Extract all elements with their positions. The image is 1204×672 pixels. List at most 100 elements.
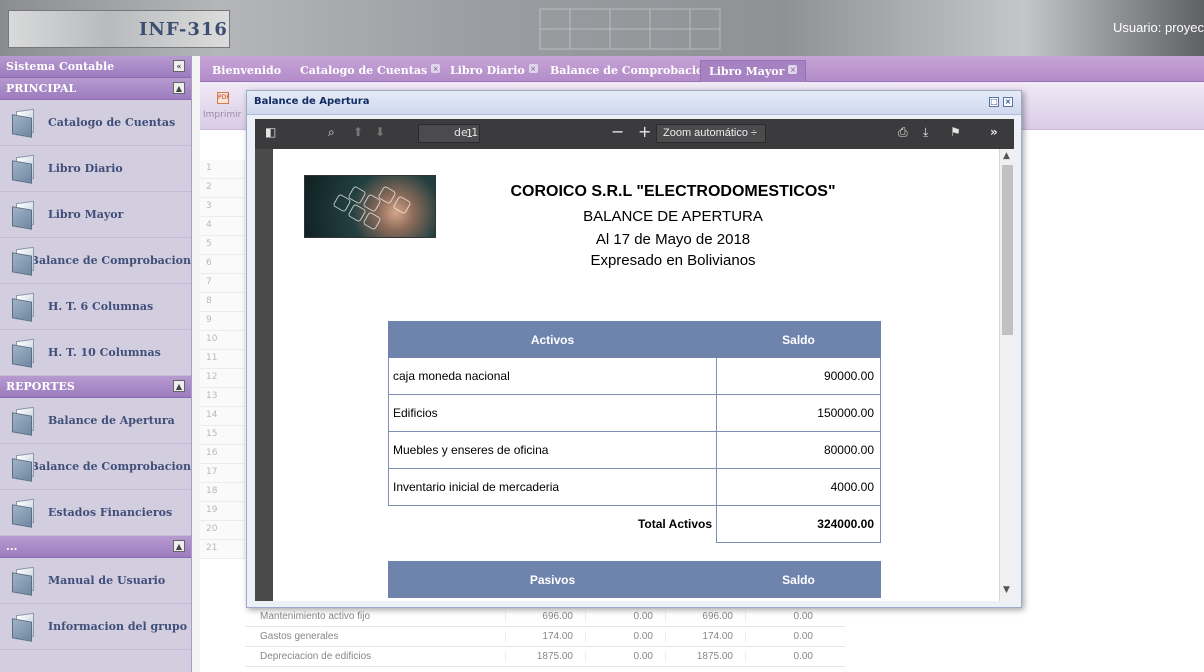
row-number: 1 <box>200 160 245 179</box>
search-icon[interactable]: ⌕ <box>328 125 335 140</box>
sidebar-item-ht10[interactable]: H. T. 10 Columnas <box>0 330 191 376</box>
tab-catalogo[interactable]: Catalogo de Cuentas × <box>292 60 448 82</box>
sidebar-item-estados-financieros[interactable]: Estados Financieros <box>0 490 191 536</box>
table-cell: 0.00 <box>585 651 665 662</box>
sidebar-item-balance-apertura[interactable]: Balance de Apertura <box>0 398 191 444</box>
row-number: 3 <box>200 198 245 217</box>
print-button[interactable]: Imprimir <box>203 110 241 120</box>
scroll-down-icon[interactable]: ▼ <box>1003 585 1010 595</box>
previous-page-icon[interactable]: ⬆ <box>353 125 363 139</box>
close-tab-icon[interactable]: × <box>431 64 441 73</box>
close-tab-icon[interactable]: × <box>788 65 798 74</box>
table-cell: Mantenimiento activo fijo <box>260 611 371 622</box>
sidebar-item-info-grupo[interactable]: Informacion del grupo <box>0 604 191 650</box>
collapse-icon[interactable]: ▲ <box>173 540 185 552</box>
tab-label: Libro Diario <box>450 64 525 77</box>
row-number: 2 <box>200 179 245 198</box>
table-row[interactable]: Gastos generales 174.00 0.00 174.00 0.00 <box>245 627 845 647</box>
tab-libro-diario[interactable]: Libro Diario × <box>442 60 546 82</box>
account-name: Muebles y enseres de oficina <box>388 431 717 469</box>
row-number: 21 <box>200 540 245 559</box>
account-saldo: 4000.00 <box>716 468 881 506</box>
sidebar-item-label: Libro Mayor <box>48 208 124 221</box>
table-cell: 696.00 <box>505 611 585 622</box>
logo-text: INF-316 <box>139 19 228 40</box>
bookmark-icon[interactable]: ⚑ <box>950 125 961 139</box>
tools-icon[interactable]: » <box>990 125 998 139</box>
table-cell: 0.00 <box>585 611 665 622</box>
dialog-title: Balance de Apertura <box>254 96 370 107</box>
collapse-icon[interactable]: ▲ <box>173 380 185 392</box>
activos-header: Activos <box>388 321 717 358</box>
table-cell: 0.00 <box>745 611 825 622</box>
next-page-icon[interactable]: ⬇ <box>375 125 385 139</box>
row-number: 20 <box>200 521 245 540</box>
document-icon <box>10 200 40 230</box>
sidebar-item-label: Balance de Comprobacion <box>29 460 191 473</box>
sidebar: Sistema Contable « PRINCIPAL ▲ Catalogo … <box>0 56 192 672</box>
sidebar-item-label: Balance de Apertura <box>48 414 175 427</box>
maximize-icon[interactable]: □ <box>989 97 999 107</box>
saldo-header: Saldo <box>716 321 881 358</box>
pasivos-header: Pasivos <box>388 561 717 598</box>
scroll-thumb[interactable] <box>1002 165 1013 335</box>
download-icon[interactable]: ⤓ <box>923 125 928 140</box>
data-table: Mantenimiento activo fijo 696.00 0.00 69… <box>245 607 845 667</box>
sidebar-item-reporte-balance-comprobacion[interactable]: Balance de Comprobacion <box>0 444 191 490</box>
saldo-header: Saldo <box>716 561 881 598</box>
report-date: Al 17 de Mayo de 2018 <box>595 231 751 248</box>
sidebar-item-manual[interactable]: Manual de Usuario <box>0 558 191 604</box>
row-number: 14 <box>200 407 245 426</box>
row-number: 4 <box>200 217 245 236</box>
pdf-icon[interactable]: PDF <box>217 92 230 104</box>
section-principal-header[interactable]: PRINCIPAL ▲ <box>0 78 191 100</box>
document-icon <box>10 154 40 184</box>
row-number: 10 <box>200 331 245 350</box>
vertical-scrollbar[interactable]: ▲ ▼ <box>999 149 1014 601</box>
section-misc-header[interactable]: ... ▲ <box>0 536 191 558</box>
row-number: 16 <box>200 445 245 464</box>
zoom-select[interactable]: Zoom automático ÷ <box>656 124 766 143</box>
table-row[interactable]: Depreciacion de edificios 1875.00 0.00 1… <box>245 647 845 667</box>
tab-bienvenido[interactable]: Bienvenido <box>204 60 289 82</box>
page-total: de 1 <box>454 126 479 139</box>
app-header: INF-316 Usuario: proyec <box>0 0 1204 56</box>
sidebar-item-label: Balance de Comprobacion <box>29 254 191 267</box>
close-icon[interactable]: × <box>1003 97 1013 107</box>
account-saldo: 80000.00 <box>716 431 881 469</box>
row-number: 9 <box>200 312 245 331</box>
tab-label: Balance de Comprobacion <box>550 64 712 77</box>
table-row[interactable]: Mantenimiento activo fijo 696.00 0.00 69… <box>245 607 845 627</box>
section-reportes-header[interactable]: REPORTES ▲ <box>0 376 191 398</box>
zoom-in-icon[interactable]: + <box>638 122 651 141</box>
sidebar-item-label: Libro Diario <box>48 162 123 175</box>
sidebar-item-catalogo[interactable]: Catalogo de Cuentas <box>0 100 191 146</box>
pdf-viewport[interactable]: COROICO S.R.L "ELECTRODOMESTICOS" BALANC… <box>255 149 1014 601</box>
sidebar-item-libro-diario[interactable]: Libro Diario <box>0 146 191 192</box>
zoom-out-icon[interactable]: − <box>611 122 624 141</box>
table-cell: 0.00 <box>585 631 665 642</box>
row-number: 11 <box>200 350 245 369</box>
row-number: 17 <box>200 464 245 483</box>
sidebar-toggle-icon[interactable]: ◧ <box>265 125 276 139</box>
sidebar-item-balance-comprobacion[interactable]: Balance de Comprobacion <box>0 238 191 284</box>
table-cell: 0.00 <box>745 631 825 642</box>
print-icon[interactable]: ⎙ <box>898 125 908 140</box>
dialog-titlebar[interactable]: Balance de Apertura □ × <box>247 91 1021 115</box>
scroll-up-icon[interactable]: ▲ <box>1003 151 1010 161</box>
account-name: Edificios <box>388 394 717 432</box>
collapse-icon[interactable]: ▲ <box>173 82 185 94</box>
sidebar-item-ht6[interactable]: H. T. 6 Columnas <box>0 284 191 330</box>
collapse-sidebar-icon[interactable]: « <box>173 60 185 72</box>
document-icon <box>10 452 34 482</box>
close-tab-icon[interactable]: × <box>528 64 538 73</box>
table-row: Inventario inicial de mercaderia 4000.00 <box>388 468 881 506</box>
sidebar-title-label: Sistema Contable <box>6 60 115 73</box>
tab-libro-mayor[interactable]: Libro Mayor × <box>700 60 807 82</box>
company-name: COROICO S.R.L "ELECTRODOMESTICOS" <box>510 183 836 200</box>
table-cell: Gastos generales <box>260 631 339 642</box>
section-title: PRINCIPAL <box>6 82 77 95</box>
sidebar-title: Sistema Contable « <box>0 56 191 78</box>
sidebar-item-label: Estados Financieros <box>48 506 173 519</box>
sidebar-item-libro-mayor[interactable]: Libro Mayor <box>0 192 191 238</box>
